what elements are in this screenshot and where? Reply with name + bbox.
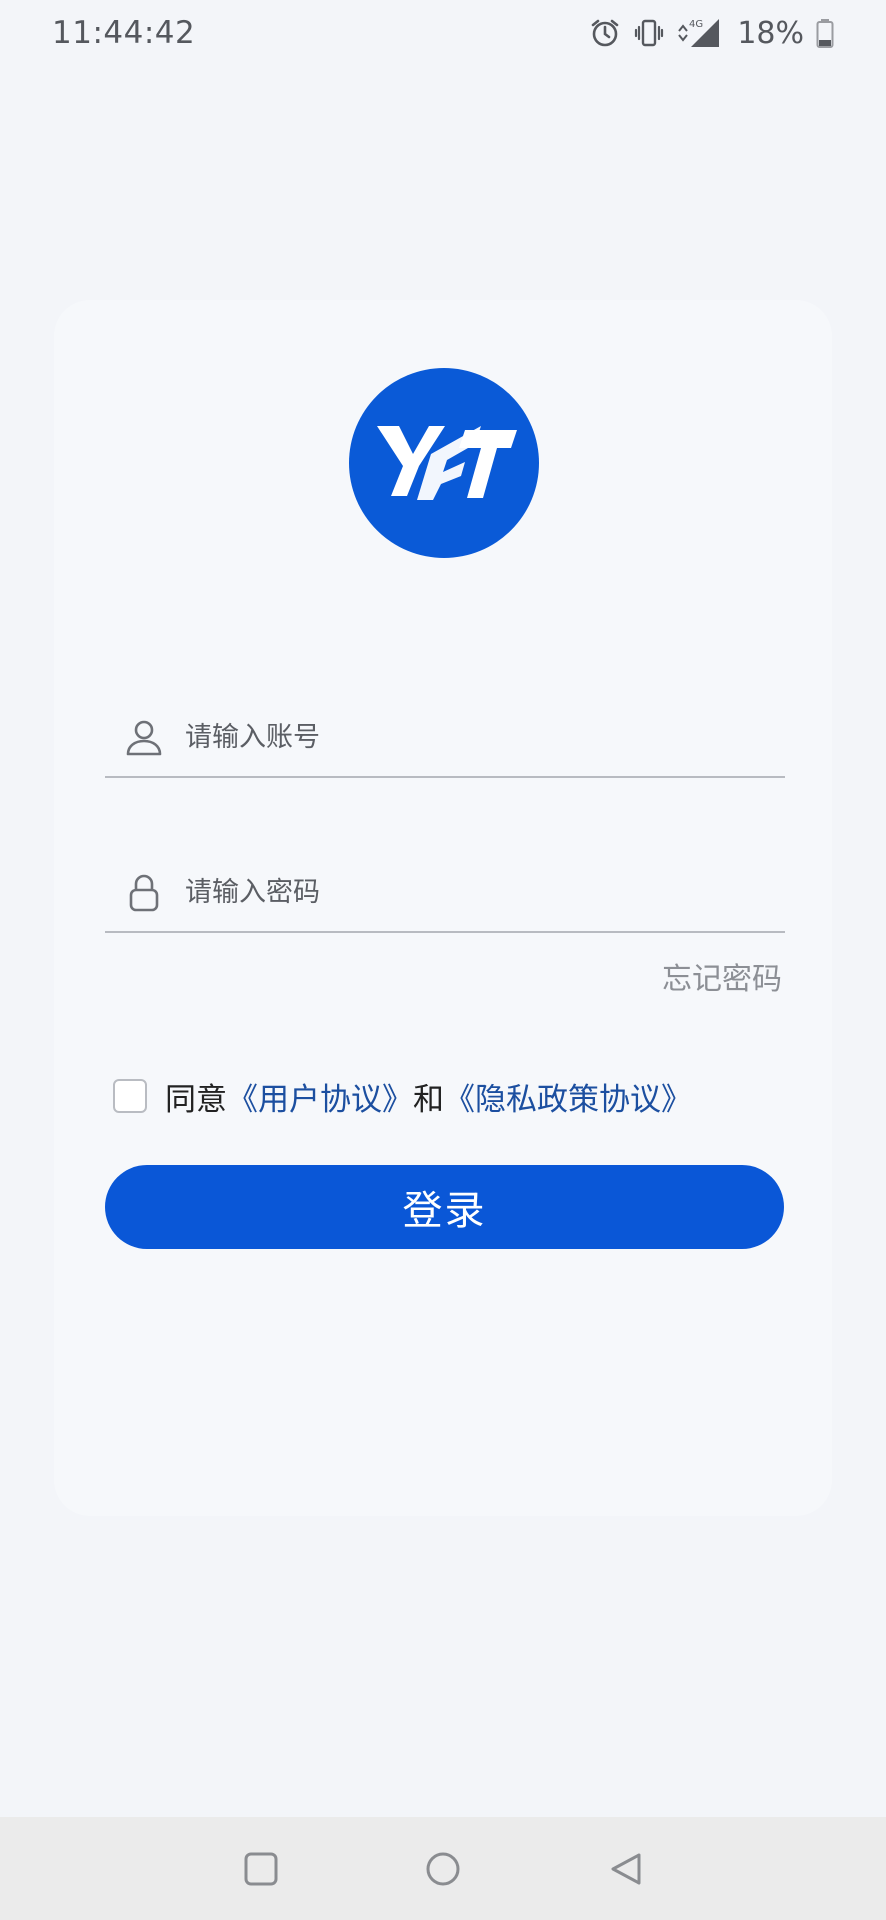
- agree-prefix: 同意: [165, 1081, 227, 1118]
- login-screen: 11:44:42 4G 18% 请输入账号 忘记密码 同意 《用户协议》 和 《…: [0, 0, 886, 1920]
- password-input[interactable]: [185, 876, 745, 908]
- forgot-password-link[interactable]: 忘记密码: [662, 954, 782, 998]
- status-time: 11:44:42: [52, 15, 196, 51]
- account-field[interactable]: [105, 698, 785, 778]
- user-icon: [123, 716, 165, 758]
- battery-icon: [816, 17, 834, 49]
- recent-apps-icon[interactable]: [237, 1845, 285, 1893]
- battery-percent: 18%: [737, 15, 804, 51]
- home-icon[interactable]: [419, 1845, 467, 1893]
- network-label: 4G: [689, 19, 703, 30]
- agreement-row: 同意 《用户协议》 和 《隐私政策协议》: [113, 1074, 692, 1119]
- status-bar: 11:44:42 4G 18%: [0, 0, 886, 66]
- status-icons: 4G 18%: [589, 16, 834, 51]
- lock-icon: [123, 871, 165, 913]
- signal-4g-icon: 4G: [677, 17, 721, 49]
- back-icon[interactable]: [602, 1845, 650, 1893]
- password-field[interactable]: [105, 853, 785, 933]
- user-agreement-link[interactable]: 《用户协议》: [227, 1074, 413, 1119]
- agree-and: 和: [413, 1081, 444, 1118]
- account-input[interactable]: [185, 721, 745, 753]
- login-button[interactable]: 登录: [105, 1165, 784, 1249]
- vibrate-icon: [633, 17, 665, 49]
- alarm-icon: [589, 17, 621, 49]
- yft-logo-mark: [377, 426, 517, 500]
- system-nav-bar: [0, 1817, 886, 1920]
- privacy-policy-link[interactable]: 《隐私政策协议》: [444, 1074, 692, 1119]
- agreement-checkbox[interactable]: [113, 1079, 147, 1113]
- app-logo: [349, 368, 539, 558]
